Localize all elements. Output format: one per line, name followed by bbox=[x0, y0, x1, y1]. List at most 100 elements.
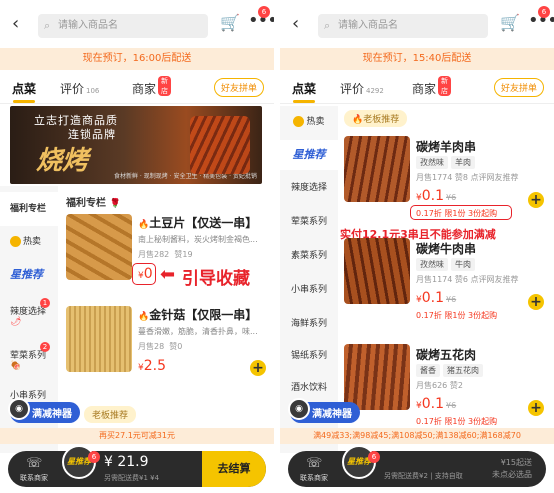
sidebar-item-spicy[interactable]: 辣度选择 bbox=[280, 180, 338, 193]
tab-merchant[interactable]: 商家 新店 bbox=[412, 76, 451, 97]
product-tags: 孜然味 牛肉 bbox=[416, 258, 478, 271]
sidebar-item-meat[interactable]: 荤菜系列 bbox=[280, 214, 338, 227]
checkout-button[interactable]: 去结算 bbox=[202, 451, 266, 487]
sidebar-item-welfare[interactable]: 福利专栏 bbox=[0, 192, 58, 226]
fire-icon: 🔥 bbox=[352, 115, 364, 125]
add-to-cart-button[interactable]: + bbox=[528, 192, 544, 208]
original-price: ¥6 bbox=[446, 401, 457, 410]
sidebar-item-foil[interactable]: 锡纸系列 bbox=[280, 348, 338, 361]
group-order-button[interactable]: 好友拼单 bbox=[493, 78, 544, 97]
delivery-fee: 另需配送费¥1 ¥4 bbox=[104, 474, 160, 482]
sidebar-item-veg[interactable]: 素菜系列 bbox=[280, 248, 338, 261]
product-sales: 月售282 赞19 bbox=[138, 250, 193, 259]
product-name: 🔥土豆片【仅送一串】 bbox=[138, 216, 258, 230]
purchase-limit: 0.17折 限1份 3份起购 bbox=[416, 417, 498, 426]
boss-recommend-label: 老板推荐 bbox=[84, 406, 137, 423]
product-sales: 月售626 赞2 bbox=[416, 381, 463, 390]
cart-icon[interactable]: 🛒 bbox=[500, 13, 520, 32]
tab-reviews[interactable]: 评价 106 bbox=[60, 80, 99, 97]
product-price: ¥2.5 bbox=[138, 358, 166, 374]
section-title: 福利专栏 🌹 bbox=[66, 198, 121, 209]
cart-badge: 6 bbox=[258, 6, 270, 18]
tab-menu[interactable]: 点菜 bbox=[12, 80, 36, 103]
cart-badge: 6 bbox=[538, 6, 550, 18]
fire-icon: 🔥 bbox=[138, 220, 150, 230]
cart-icon[interactable]: 🛒 bbox=[220, 13, 240, 32]
purchase-limit: 0.17折 限1份 3份起购 bbox=[416, 311, 498, 320]
annotation-guide: 引导收藏 bbox=[182, 269, 250, 289]
contact-merchant[interactable]: 联系商家 bbox=[300, 473, 328, 483]
product-sales: 月售1774 赞8 点评网友推荐 bbox=[416, 173, 519, 182]
product-image[interactable] bbox=[344, 136, 410, 202]
product-tags: 酱香 猪五花肉 bbox=[416, 364, 486, 377]
back-icon[interactable]: ‹ bbox=[12, 13, 19, 34]
robot-icon: ◉ bbox=[288, 398, 310, 420]
product-image[interactable] bbox=[344, 344, 410, 410]
product-name: 碳烤羊肉串 bbox=[416, 140, 477, 154]
tab-merchant[interactable]: 商家 新店 bbox=[132, 76, 171, 97]
original-price: ¥6 bbox=[446, 295, 457, 304]
price-highlight-box bbox=[132, 263, 156, 285]
tab-menu[interactable]: 点菜 bbox=[292, 80, 316, 103]
discount-promo-bar: 满49减33;满98减45;满108减50;满138减60;满168减70 bbox=[280, 428, 554, 444]
add-to-cart-button[interactable]: + bbox=[528, 400, 544, 416]
sidebar-item-star[interactable]: 星推荐 bbox=[0, 266, 58, 282]
product-sales: 月售1174 赞6 点评网友推荐 bbox=[416, 275, 519, 284]
group-order-button[interactable]: 好友拼单 bbox=[213, 78, 264, 97]
chili-icon: 🌶 bbox=[10, 317, 22, 327]
sidebar-item-seafood[interactable]: 海鲜系列 bbox=[280, 316, 338, 329]
boss-recommend-label: 🔥老板推荐 bbox=[344, 110, 408, 127]
arrow-left-icon: ⬅ bbox=[160, 264, 176, 285]
category-sidebar: 热卖 星推荐 辣度选择 荤菜系列 素菜系列 小串系列 海鲜系列 锡纸系列 酒水饮… bbox=[280, 106, 338, 453]
back-icon[interactable]: ‹ bbox=[292, 13, 299, 34]
top-bar: ‹ ⌕ 请输入商品名 🛒 ••• 6 bbox=[0, 0, 274, 46]
product-image[interactable] bbox=[66, 306, 132, 372]
product-image[interactable] bbox=[66, 214, 132, 280]
checkout-bar: ☏ 联系商家 星推荐 6 另需配送费¥2 | 支持自取 ¥15起送 未点必选品 bbox=[288, 445, 546, 487]
minimum-order: ¥15起送 未点必选品 bbox=[492, 458, 532, 479]
hot-icon bbox=[10, 236, 21, 247]
product-image[interactable] bbox=[344, 238, 410, 304]
promo-banner[interactable]: 立志打造商品质 连锁品牌 烧烤 食材新鲜 · 现制现烤 · 安全卫生 · 精美包… bbox=[10, 106, 262, 184]
right-phone-screen: ‹ ⌕ 请输入商品名 🛒 ••• 6 现在预订，15:40后配送 点菜 评价 429… bbox=[280, 0, 554, 493]
cart-count-badge: 6 bbox=[368, 451, 380, 463]
delivery-fee: 另需配送费¥2 | 支持自取 bbox=[384, 472, 463, 480]
headset-icon[interactable]: ☏ bbox=[306, 456, 322, 471]
sidebar-item-hot[interactable]: 热卖 bbox=[280, 112, 338, 132]
contact-merchant[interactable]: 联系商家 bbox=[20, 473, 48, 483]
sidebar-item-drinks[interactable]: 酒水饮料 bbox=[280, 380, 338, 393]
discount-promo-bar: 再买27.1元可减31元 bbox=[0, 428, 274, 444]
robot-icon: ◉ bbox=[8, 398, 30, 420]
add-to-cart-button[interactable]: + bbox=[528, 294, 544, 310]
sidebar-item-hot[interactable]: 热卖 bbox=[0, 234, 58, 247]
sidebar-item-small[interactable]: 小串系列 bbox=[280, 282, 338, 295]
original-price: ¥6 bbox=[446, 193, 457, 202]
checkout-bar: ☏ 联系商家 星推荐 6 ¥ 21.9 另需配送费¥1 ¥4 去结算 bbox=[8, 445, 266, 487]
tab-reviews[interactable]: 评价 4292 bbox=[340, 80, 384, 97]
limit-highlight-box bbox=[410, 205, 512, 220]
skewers-image bbox=[190, 116, 250, 174]
product-sales: 月售28 赞0 bbox=[138, 342, 183, 351]
sidebar-item-star[interactable]: 星推荐 bbox=[280, 140, 338, 170]
search-input[interactable]: ⌕ 请输入商品名 bbox=[318, 14, 488, 38]
discount-tool-button[interactable]: ◉ 满减神器 bbox=[8, 398, 80, 423]
tab-bar: 点菜 评价 4292 商家 新店 好友拼单 bbox=[280, 72, 554, 104]
cart-count-badge: 6 bbox=[88, 451, 100, 463]
add-to-cart-button[interactable]: + bbox=[250, 360, 266, 376]
hot-icon bbox=[293, 116, 305, 127]
product-desc: 蔓香滑嫩，筋脆，清香扑鼻，味... bbox=[138, 327, 258, 336]
search-icon: ⌕ bbox=[44, 19, 51, 32]
left-phone-screen: ‹ ⌕ 请输入商品名 🛒 ••• 6 现在预订，16:00后配送 点菜 评价 106… bbox=[0, 0, 274, 493]
meat-icon: 🍖 bbox=[10, 361, 22, 371]
discount-tool-button[interactable]: ◉ 满减神器 bbox=[288, 398, 360, 423]
product-desc: 南上秘制酱料，炭火烤制金褐色... bbox=[138, 235, 258, 244]
product-name: 碳烤五花肉 bbox=[416, 348, 477, 362]
headset-icon[interactable]: ☏ bbox=[26, 456, 42, 471]
product-name: 🔥金针菇【仅限一串】 bbox=[138, 308, 258, 322]
sidebar-item-meat[interactable]: 荤菜系列 2 🍖 bbox=[0, 342, 58, 371]
search-input[interactable]: ⌕ 请输入商品名 bbox=[38, 14, 208, 38]
sidebar-item-small[interactable]: 小串系列 bbox=[0, 388, 58, 401]
product-price: ¥0.1 bbox=[416, 290, 444, 306]
sidebar-item-spicy[interactable]: 辣度选择 1 🌶 bbox=[0, 298, 58, 327]
search-icon: ⌕ bbox=[324, 19, 331, 32]
